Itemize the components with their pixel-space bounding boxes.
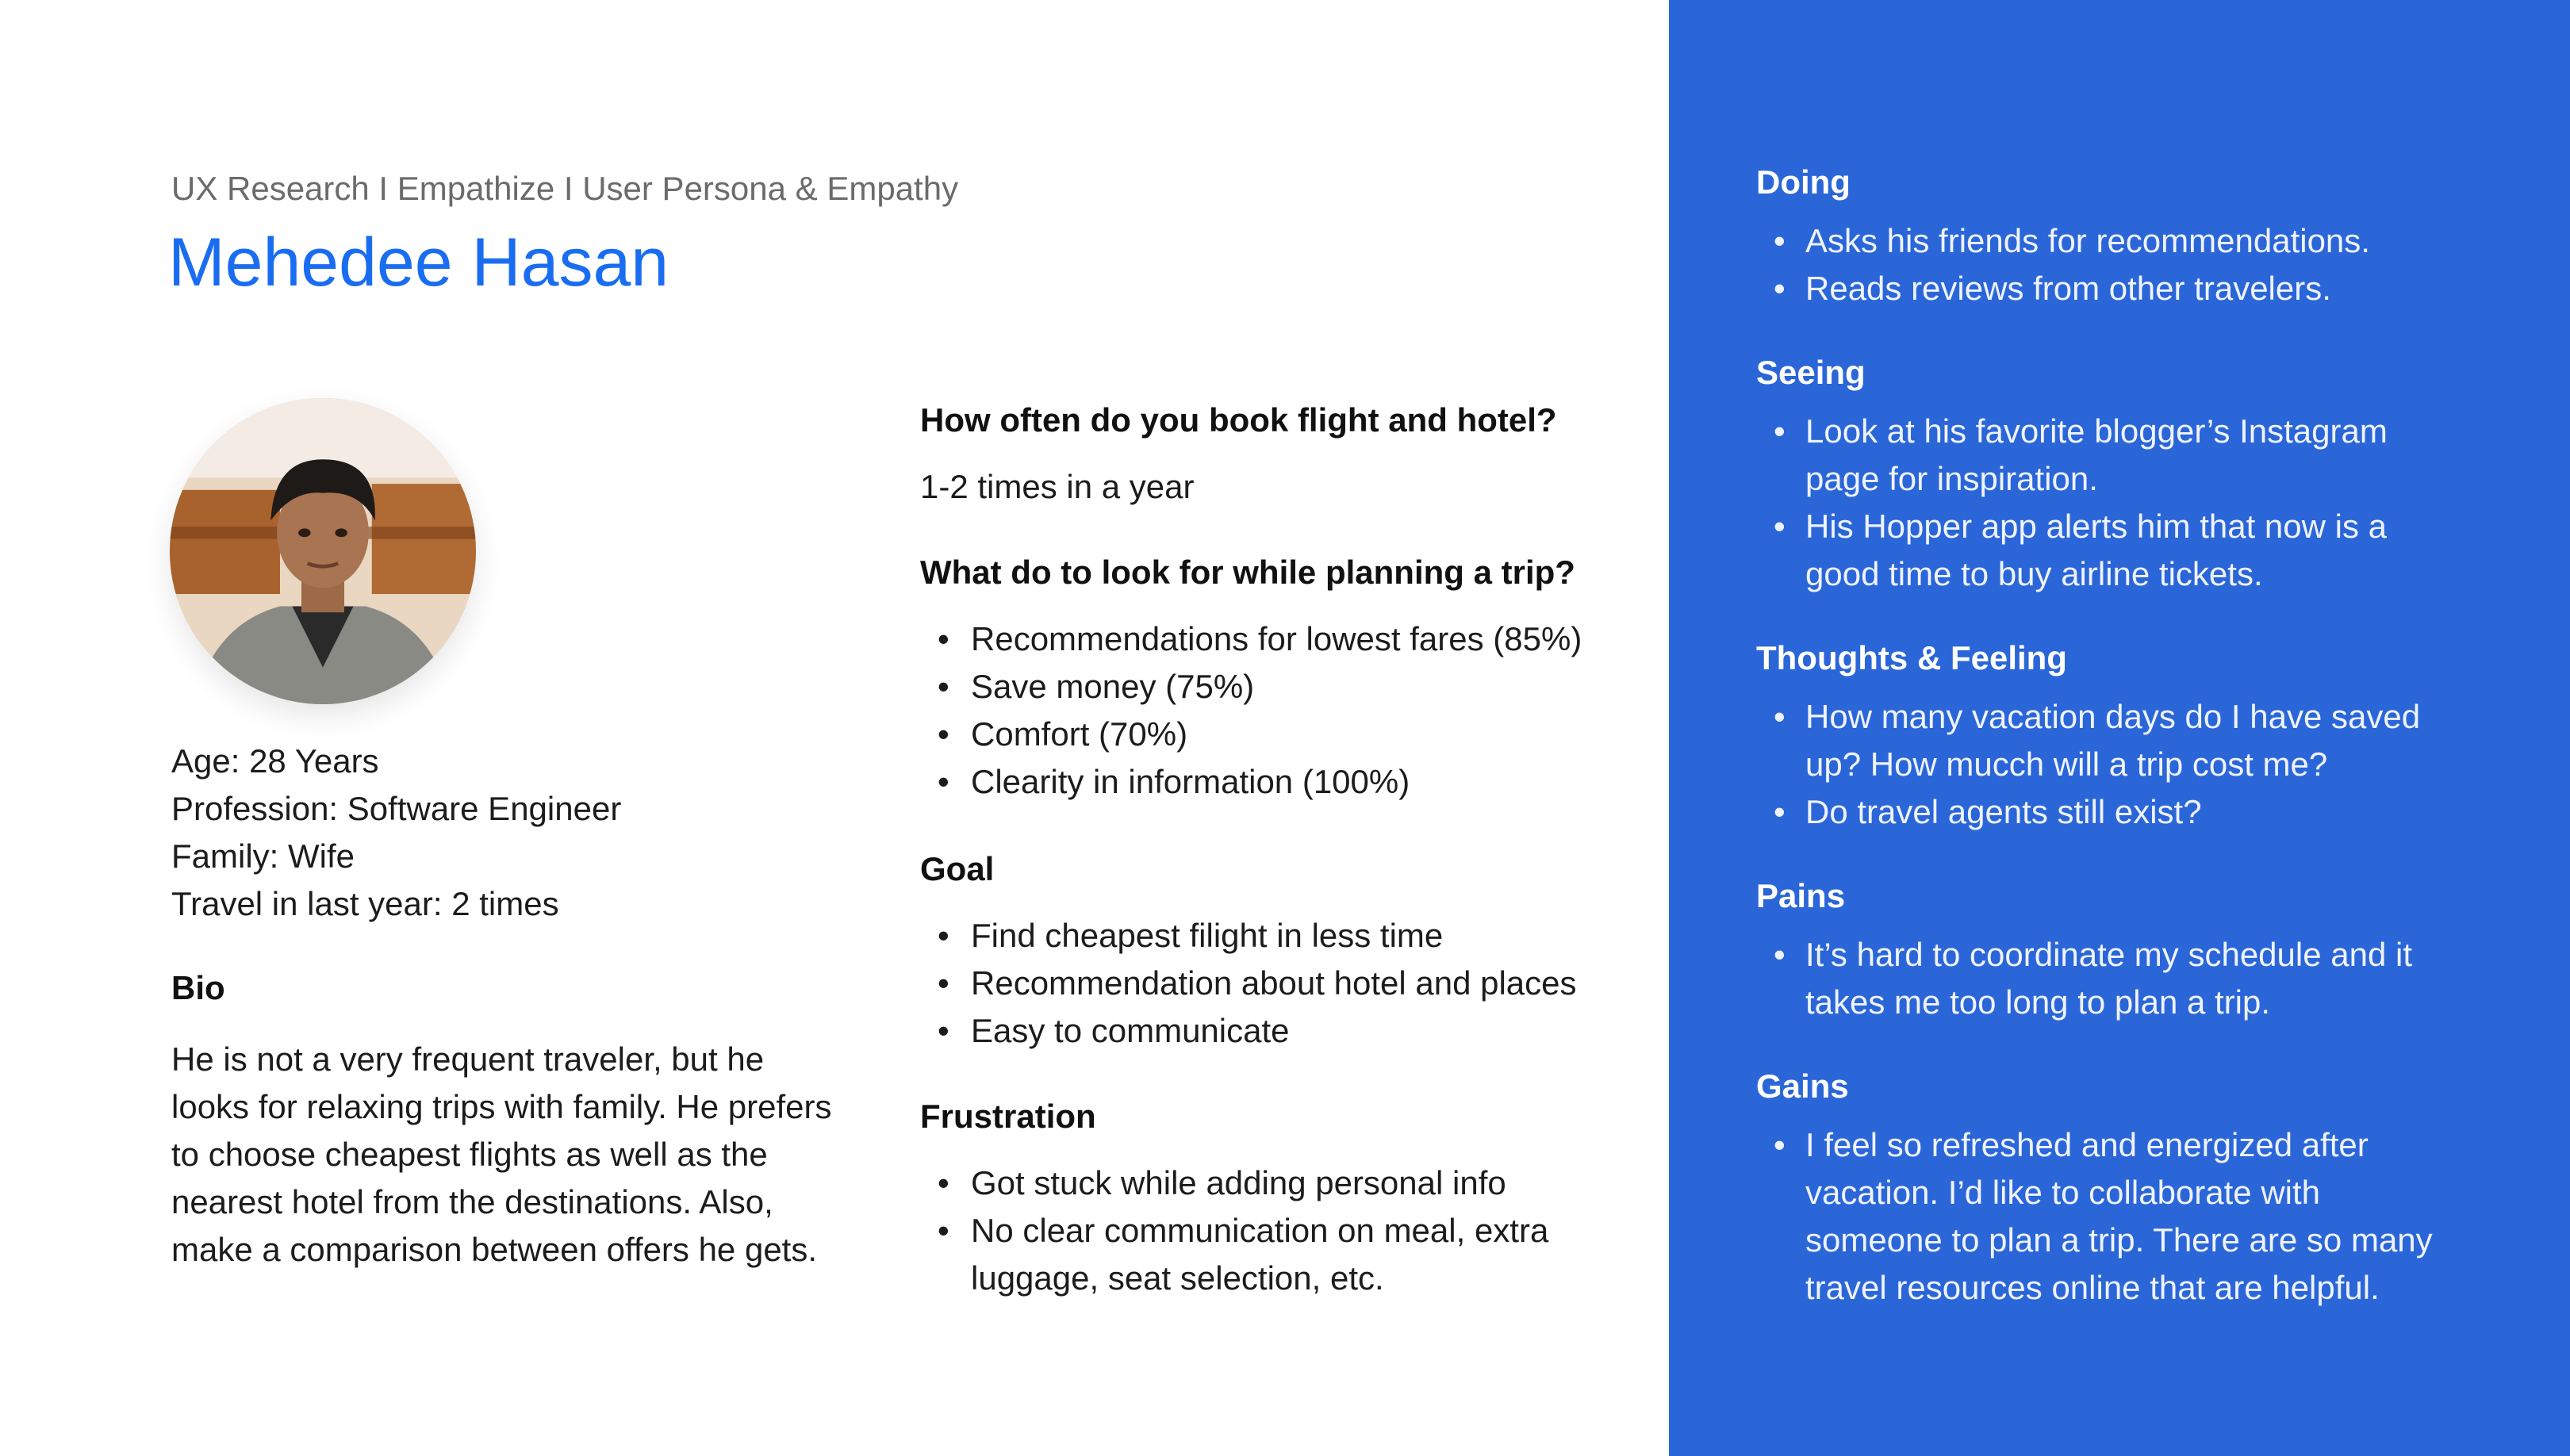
list-item: How many vacation days do I have saved u… [1756, 693, 2420, 788]
list-item: Got stuck while adding personal info [920, 1159, 1548, 1207]
goal-heading: Goal [920, 850, 995, 887]
frustration-heading: Frustration [920, 1098, 1096, 1135]
list-item-line: travel resources online that are helpful… [1805, 1269, 2380, 1306]
thoughts-list: How many vacation days do I have saved u… [1756, 693, 2420, 836]
list-item-line: Do travel agents still exist? [1805, 793, 2202, 830]
list-item-line: up? How mucch will a trip cost me? [1805, 745, 2328, 783]
list-item: Comfort (70%) [920, 711, 1582, 758]
list-item-line: takes me too long to plan a trip. [1805, 983, 2271, 1021]
list-item: No clear communication on meal, extra lu… [920, 1207, 1548, 1302]
pains-heading: Pains [1756, 877, 1846, 914]
list-item-line: No clear communication on meal, extra [971, 1212, 1549, 1249]
list-item-line: luggage, seat selection, etc. [971, 1259, 1384, 1297]
list-item-line: Reads reviews from other travelers. [1805, 270, 2331, 307]
family-text: Family: Wife [171, 837, 355, 875]
answer-booking-frequency: 1-2 times in a year [920, 468, 1195, 505]
bio-line: looks for relaxing trips with family. He… [171, 1088, 832, 1125]
bio-text: He is not a very frequent traveler, but … [171, 1036, 869, 1274]
list-item-line: It’s hard to coordinate my schedule and … [1805, 936, 2413, 973]
gains-heading: Gains [1756, 1067, 1849, 1105]
list-item: Clearity in information (100%) [920, 758, 1582, 806]
breadcrumb: UX Research I Empathize I User Persona &… [171, 170, 959, 207]
list-item: I feel so refreshed and energized after … [1756, 1121, 2433, 1312]
gains-list: I feel so refreshed and energized after … [1756, 1121, 2433, 1312]
bio-heading: Bio [171, 969, 225, 1006]
list-item: Recommendations for lowest fares (85%) [920, 615, 1582, 663]
travel-text: Travel in last year: 2 times [171, 885, 559, 922]
page-title: Mehedee Hasan [168, 224, 669, 301]
persona-facts: Age: 28 Years Profession: Software Engin… [171, 738, 621, 928]
list-item: Easy to communicate [920, 1007, 1577, 1055]
list-item-line: good time to buy airline tickets. [1805, 555, 2263, 592]
list-item-line: vacation. I’d like to collaborate with [1805, 1174, 2321, 1211]
bio-line: nearest hotel from the destinations. Als… [171, 1183, 773, 1220]
thoughts-heading: Thoughts & Feeling [1756, 639, 2067, 676]
question-booking-frequency: How often do you book flight and hotel? [920, 401, 1557, 439]
list-item-line: His Hopper app alerts him that now is a [1805, 508, 2388, 545]
list-item-line: How many vacation days do I have saved [1805, 698, 2421, 735]
goal-list: Find cheapest filight in less time Recom… [920, 912, 1577, 1055]
trip-planning-list: Recommendations for lowest fares (85%) S… [920, 615, 1582, 806]
list-item: Do travel agents still exist? [1756, 788, 2420, 836]
pains-list: It’s hard to coordinate my schedule and … [1756, 931, 2412, 1026]
list-item-line: Look at his favorite blogger’s Instagram [1805, 412, 2388, 450]
list-item-line: I feel so refreshed and energized after [1805, 1126, 2369, 1163]
doing-heading: Doing [1756, 163, 1851, 201]
list-item: His Hopper app alerts him that now is a … [1756, 503, 2388, 598]
list-item-line: Asks his friends for recommendations. [1805, 222, 2370, 259]
list-item: Save money (75%) [920, 663, 1582, 711]
list-item: Look at his favorite blogger’s Instagram… [1756, 408, 2388, 503]
list-item: Reads reviews from other travelers. [1756, 265, 2370, 312]
avatar [170, 398, 476, 704]
question-trip-planning: What do to look for while planning a tri… [920, 554, 1575, 591]
list-item: Recommendation about hotel and places [920, 960, 1577, 1007]
frustration-list: Got stuck while adding personal info No … [920, 1159, 1548, 1302]
doing-list: Asks his friends for recommendations. Re… [1756, 217, 2370, 312]
seeing-list: Look at his favorite blogger’s Instagram… [1756, 408, 2388, 598]
list-item: Find cheapest filight in less time [920, 912, 1577, 960]
profile-photo [170, 398, 476, 704]
list-item-line: page for inspiration. [1805, 460, 2098, 497]
bio-line: He is not a very frequent traveler, but … [171, 1040, 765, 1078]
age-text: Age: 28 Years [171, 742, 379, 780]
list-item-line: someone to plan a trip. There are so man… [1805, 1221, 2433, 1259]
seeing-heading: Seeing [1756, 354, 1866, 391]
list-item: It’s hard to coordinate my schedule and … [1756, 931, 2412, 1026]
bio-line: to choose cheapest flights as well as th… [171, 1136, 768, 1173]
bio-line: make a comparison between offers he gets… [171, 1231, 818, 1268]
list-item: Asks his friends for recommendations. [1756, 217, 2370, 265]
profession-text: Profession: Software Engineer [171, 790, 622, 827]
